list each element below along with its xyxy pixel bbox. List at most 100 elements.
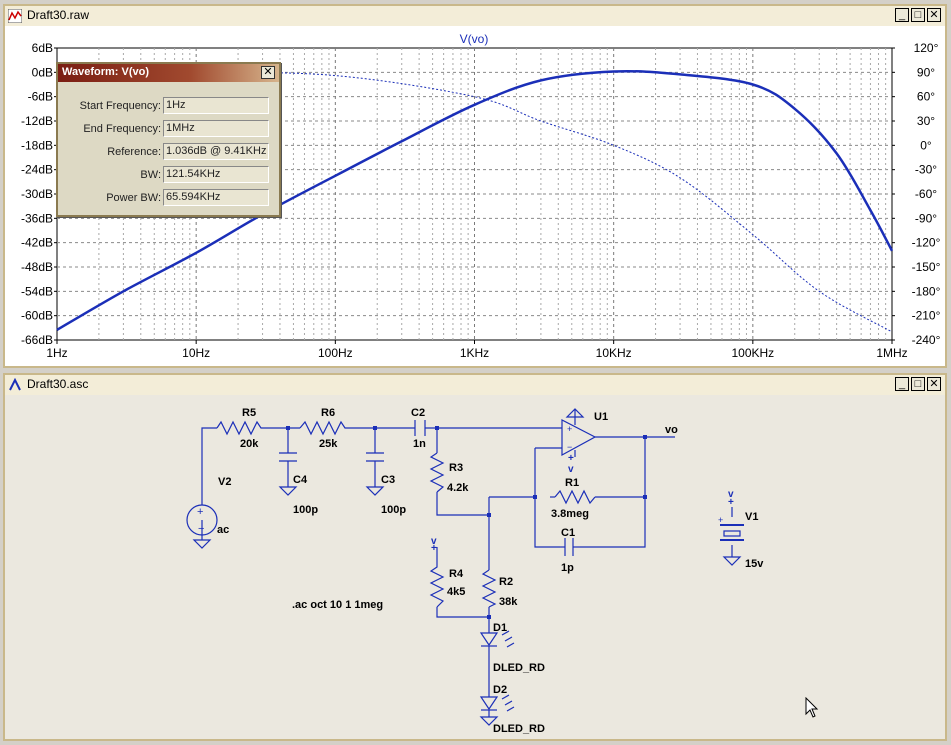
svg-text:−: − [567,442,572,452]
label-r5-value: 20k [240,438,259,450]
left-axis-tick-label: -24dB [21,163,53,177]
voltage-source-v1[interactable]: + + v [718,489,744,566]
capacitor-c2[interactable] [414,420,426,436]
end-frequency-field[interactable]: 1MHz [163,120,269,137]
popup-titlebar[interactable]: Waveform: V(vo) ✕ [58,64,279,82]
popup-title: Waveform: V(vo) [62,66,149,78]
schematic-drawing[interactable]: + − + v + − + + v + v R5 20k R6 25k C2 1… [5,395,945,739]
left-axis-tick-label: -12dB [21,114,53,128]
resistor-r5[interactable] [216,420,265,436]
label-r3-value: 4.2k [447,482,469,494]
maximize-button[interactable]: □ [911,377,925,391]
x-axis-tick-label: 10KHz [596,346,632,360]
spice-directive[interactable]: .ac oct 10 1 1meg [292,599,383,611]
led-d1[interactable] [479,630,515,654]
label-c3-name: C3 [381,474,395,486]
left-axis-tick-label: -36dB [21,211,53,225]
opamp-u1[interactable]: + − + v [561,408,597,475]
svg-text:v: v [728,489,734,500]
schematic-titlebar[interactable]: Draft30.asc _ □ ✕ [5,375,945,395]
x-axis-tick-label: 100KHz [731,346,774,360]
label-r2-name: R2 [499,576,513,588]
label-r1-value: 3.8meg [551,508,589,520]
label-d1-name: D1 [493,622,507,634]
svg-text:+: + [718,515,723,525]
svg-text:v: v [568,464,574,475]
x-axis-tick-label: 1KHz [460,346,489,360]
left-axis-tick-label: -66dB [21,333,53,347]
resistor-r1[interactable] [554,489,596,505]
reference-field[interactable]: 1.036dB @ 9.41KHz [163,143,269,160]
bw-label: BW: [140,169,161,181]
schematic-window[interactable]: Draft30.asc _ □ ✕ + − + v + − + + v + v … [3,373,947,741]
svg-text:+: + [197,506,203,518]
label-c2-name: C2 [411,407,425,419]
left-axis-tick-label: -42dB [21,236,53,250]
minimize-button[interactable]: _ [895,8,909,22]
led-d2[interactable] [479,694,515,726]
voltage-source-v2[interactable]: + − [186,504,218,549]
left-axis-tick-label: 6dB [32,41,53,55]
power-bw-field[interactable]: 65.594KHz [163,189,269,206]
svg-text:−: − [198,523,204,535]
minimize-button[interactable]: _ [895,377,909,391]
label-r5-name: R5 [242,407,256,419]
label-d1-value: DLED_RD [493,662,545,674]
mouse-cursor-icon [805,697,819,718]
label-c1-value: 1p [561,562,574,574]
right-axis-tick-label: 120° [914,41,939,55]
label-r3-name: R3 [449,462,463,474]
label-c3-value: 100p [381,504,406,516]
waveform-measure-popup[interactable]: Waveform: V(vo) ✕ Start Frequency: 1Hz E… [56,62,281,217]
close-button[interactable]: ✕ [927,8,941,22]
end-frequency-label: End Frequency: [83,123,161,135]
net-label-vo: vo [665,424,678,436]
right-axis-tick-label: 60° [917,90,935,104]
label-d2-value: DLED_RD [493,723,545,735]
wires [201,417,733,697]
label-d2-name: D2 [493,684,507,696]
label-r6-name: R6 [321,407,335,419]
x-axis-tick-label: 10Hz [182,346,210,360]
right-axis-tick-label: -180° [912,284,941,298]
label-v1-value: 15v [745,558,764,570]
right-axis-tick-label: -30° [915,163,937,177]
right-axis-tick-label: -90° [915,211,937,225]
schematic-window-title: Draft30.asc [27,377,89,391]
right-axis-tick-label: -240° [912,333,941,347]
x-axis-tick-label: 1MHz [876,346,907,360]
right-axis-tick-label: -60° [915,187,937,201]
left-axis-tick-label: -6dB [28,90,53,104]
power-bw-row: Power BW: 65.594KHz [58,189,279,207]
start-frequency-field[interactable]: 1Hz [163,97,269,114]
resistor-r4[interactable] [429,555,445,608]
resistor-r3[interactable] [429,452,445,493]
label-u1-name: U1 [594,411,608,423]
reference-row: Reference: 1.036dB @ 9.41KHz [58,143,279,161]
maximize-button[interactable]: □ [911,8,925,22]
waveform-titlebar[interactable]: Draft30.raw _ □ ✕ [5,6,945,26]
resistor-r2[interactable] [481,569,497,608]
left-axis-tick-label: -18dB [21,138,53,152]
power-bw-label: Power BW: [106,192,161,204]
capacitor-c1[interactable] [560,538,580,556]
resistor-r6[interactable] [299,420,350,436]
label-c2-value: 1n [413,438,426,450]
right-axis-tick-label: 0° [920,138,932,152]
schematic-canvas[interactable]: + − + v + − + + v + v R5 20k R6 25k C2 1… [5,395,945,739]
x-axis-tick-label: 100Hz [318,346,353,360]
right-axis-tick-label: -150° [912,260,941,274]
right-axis-tick-label: 30° [917,114,935,128]
waveform-icon [8,9,22,23]
bw-field[interactable]: 121.54KHz [163,166,269,183]
popup-close-button[interactable]: ✕ [261,66,275,79]
label-v2-value: ac [217,524,229,536]
left-axis-tick-label: 0dB [32,65,53,79]
label-r4-name: R4 [449,568,464,580]
waveform-window-title: Draft30.raw [27,8,90,22]
svg-text:+: + [568,453,574,464]
svg-text:+: + [567,424,572,434]
trace-title[interactable]: V(vo) [460,32,489,46]
close-button[interactable]: ✕ [927,377,941,391]
label-c4-value: 100p [293,504,318,516]
